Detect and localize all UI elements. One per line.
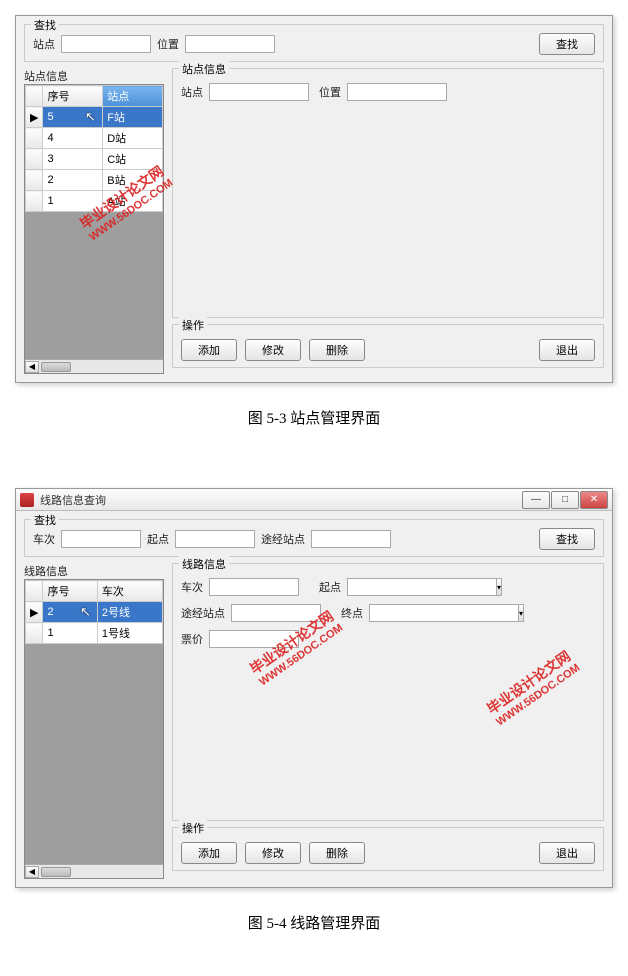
ops-title: 操作 bbox=[179, 317, 207, 333]
search-station-label: 站点 bbox=[33, 36, 55, 52]
info-position-label: 位置 bbox=[319, 84, 341, 100]
ops-group: 操作 添加 修改 删除 退出 bbox=[172, 324, 604, 368]
chevron-down-icon[interactable]: ▾ bbox=[519, 604, 524, 622]
table-row[interactable]: 1 1号线 bbox=[26, 623, 163, 644]
route-grid[interactable]: 序号 车次 ▶ 2 2号线 1 1号线 bbox=[24, 579, 164, 879]
exit-button[interactable]: 退出 bbox=[539, 339, 595, 361]
search-train-label: 车次 bbox=[33, 531, 55, 547]
info-start-input[interactable] bbox=[347, 578, 497, 596]
scroll-thumb[interactable] bbox=[41, 362, 71, 372]
search-start-label: 起点 bbox=[147, 531, 169, 547]
route-info-group: 线路信息 车次 起点 ▾ bbox=[172, 563, 604, 821]
search-start-input[interactable] bbox=[175, 530, 255, 548]
search-button[interactable]: 查找 bbox=[539, 33, 595, 55]
hscrollbar[interactable]: ◀ bbox=[25, 359, 163, 373]
table-row[interactable]: 4 D站 bbox=[26, 128, 163, 149]
minimize-button[interactable]: — bbox=[522, 491, 550, 509]
info-price-input[interactable] bbox=[209, 630, 299, 648]
search-position-input[interactable] bbox=[185, 35, 275, 53]
search-group: 查找 车次 起点 途经站点 查找 bbox=[24, 519, 604, 557]
col-station[interactable]: 站点 bbox=[103, 86, 163, 107]
chevron-down-icon[interactable]: ▾ bbox=[497, 578, 502, 596]
info-start-label: 起点 bbox=[319, 579, 341, 595]
table-row[interactable]: ▶ 2 2号线 bbox=[26, 602, 163, 623]
search-group-title: 查找 bbox=[31, 512, 59, 528]
info-price-label: 票价 bbox=[181, 631, 203, 647]
info-station-label: 站点 bbox=[181, 84, 203, 100]
scroll-left-icon[interactable]: ◀ bbox=[25, 866, 39, 878]
search-group: 查找 站点 位置 查找 bbox=[24, 24, 604, 62]
table-row[interactable]: 1 A站 bbox=[26, 191, 163, 212]
figure-caption-54: 图 5-4 线路管理界面 bbox=[15, 912, 613, 933]
search-station-input[interactable] bbox=[61, 35, 151, 53]
ops-title: 操作 bbox=[179, 820, 207, 836]
info-via-label: 途经站点 bbox=[181, 605, 225, 621]
search-button[interactable]: 查找 bbox=[539, 528, 595, 550]
info-station-input[interactable] bbox=[209, 83, 309, 101]
titlebar[interactable]: 线路信息查询 — □ ✕ bbox=[16, 489, 612, 511]
app-icon bbox=[20, 493, 34, 507]
info-end-input[interactable] bbox=[369, 604, 519, 622]
ops-group: 操作 添加 修改 删除 退出 bbox=[172, 827, 604, 871]
hscrollbar[interactable]: ◀ bbox=[25, 864, 163, 878]
search-via-input[interactable] bbox=[311, 530, 391, 548]
figure-caption-53: 图 5-3 站点管理界面 bbox=[15, 407, 613, 428]
station-info-group: 站点信息 站点 位置 bbox=[172, 68, 604, 318]
station-info-title: 站点信息 bbox=[179, 61, 229, 77]
col-index[interactable]: 序号 bbox=[43, 581, 97, 602]
search-position-label: 位置 bbox=[157, 36, 179, 52]
table-row[interactable]: 3 C站 bbox=[26, 149, 163, 170]
info-position-input[interactable] bbox=[347, 83, 447, 101]
station-list-label: 站点信息 bbox=[24, 71, 68, 83]
maximize-button[interactable]: □ bbox=[551, 491, 579, 509]
search-train-input[interactable] bbox=[61, 530, 141, 548]
info-train-input[interactable] bbox=[209, 578, 299, 596]
modify-button[interactable]: 修改 bbox=[245, 842, 301, 864]
station-mgmt-window: 查找 站点 位置 查找 站点信息 序号 站点 bbox=[15, 15, 613, 383]
route-query-window: 线路信息查询 — □ ✕ 查找 车次 起点 途经站点 查找 线路信息 bbox=[15, 488, 613, 888]
station-grid[interactable]: 序号 站点 ▶ 5 F站 4 D站 bbox=[24, 84, 164, 374]
close-button[interactable]: ✕ bbox=[580, 491, 608, 509]
delete-button[interactable]: 删除 bbox=[309, 842, 365, 864]
info-via-input[interactable] bbox=[231, 604, 321, 622]
table-row[interactable]: 2 B站 bbox=[26, 170, 163, 191]
add-button[interactable]: 添加 bbox=[181, 842, 237, 864]
search-via-label: 途经站点 bbox=[261, 531, 305, 547]
scroll-thumb[interactable] bbox=[41, 867, 71, 877]
info-train-label: 车次 bbox=[181, 579, 203, 595]
add-button[interactable]: 添加 bbox=[181, 339, 237, 361]
exit-button[interactable]: 退出 bbox=[539, 842, 595, 864]
window-title: 线路信息查询 bbox=[40, 492, 106, 508]
delete-button[interactable]: 删除 bbox=[309, 339, 365, 361]
col-train[interactable]: 车次 bbox=[97, 581, 162, 602]
route-info-title: 线路信息 bbox=[179, 556, 229, 572]
modify-button[interactable]: 修改 bbox=[245, 339, 301, 361]
search-group-title: 查找 bbox=[31, 17, 59, 33]
info-end-label: 终点 bbox=[341, 605, 363, 621]
table-row[interactable]: ▶ 5 F站 bbox=[26, 107, 163, 128]
col-index[interactable]: 序号 bbox=[43, 86, 103, 107]
scroll-left-icon[interactable]: ◀ bbox=[25, 361, 39, 373]
route-list-label: 线路信息 bbox=[24, 566, 68, 578]
